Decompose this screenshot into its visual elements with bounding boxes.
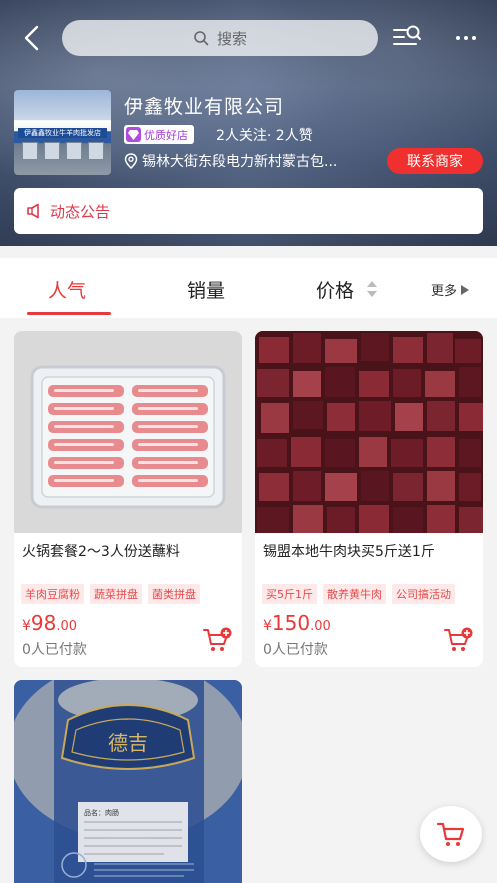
add-to-cart-icon[interactable]	[202, 627, 232, 653]
currency-symbol: ¥	[22, 618, 31, 634]
tab-more-label: 更多	[431, 284, 458, 299]
currency-symbol: ¥	[263, 618, 272, 634]
top-bar: 搜索	[0, 14, 497, 62]
sold-count: 0人已付款	[263, 642, 328, 658]
announcement-label: 动态公告	[50, 202, 111, 221]
triangle-right-icon	[461, 284, 470, 295]
more-options-button[interactable]	[446, 22, 486, 54]
good-shop-label: 优质好店	[144, 128, 188, 142]
product-card[interactable]: 火锅套餐2～3人份送蘸料 羊肉豆腐粉 蔬菜拼盘 菌类拼盘 ¥ 98 .00 0人…	[14, 331, 242, 667]
shopping-cart-button[interactable]	[420, 806, 482, 862]
good-shop-badge: 优质好店	[124, 125, 194, 144]
product-title[interactable]: 锡盟本地牛肉块买5斤送1斤	[263, 541, 435, 561]
shop-photo-sign: 伊鑫鑫牧业牛羊肉批发店	[18, 128, 107, 138]
lamb-slices-tray-image	[14, 331, 242, 533]
sold-count: 0人已付款	[22, 642, 87, 658]
chevron-left-icon	[24, 25, 39, 51]
price-decimal: .00	[310, 619, 331, 634]
dot-icon	[472, 36, 476, 40]
product-tag: 蔬菜拼盘	[90, 584, 142, 604]
product-card[interactable]: 锡盟本地牛肉块买5斤送1斤 买5斤1斤 散养黄牛肉 公司搞活动 ¥ 150 .0…	[255, 331, 483, 667]
diamond-icon	[126, 127, 141, 142]
announcement-bar[interactable]: 动态公告	[14, 188, 483, 234]
product-image[interactable]	[14, 331, 242, 533]
product-tags: 买5斤1斤 散养黄牛肉 公司搞活动	[262, 584, 455, 604]
price-integer: 98	[30, 611, 57, 635]
product-title[interactable]: 火锅套餐2～3人份送蘸料	[22, 541, 180, 561]
product-price: ¥ 150 .00	[263, 611, 331, 635]
add-to-cart-icon[interactable]	[443, 627, 473, 653]
search-input[interactable]: 搜索	[62, 20, 378, 56]
search-placeholder: 搜索	[216, 29, 247, 48]
sort-tabs: 人气 销量 价格 更多	[0, 258, 497, 318]
follow-like-count: 2人关注· 2人赞	[216, 128, 313, 144]
shop-name: 伊鑫牧业有限公司	[124, 96, 285, 118]
product-price: ¥ 98 .00	[22, 611, 77, 635]
tab-price[interactable]: 价格	[316, 276, 354, 303]
window-shape	[66, 142, 82, 160]
product-tag: 公司搞活动	[392, 584, 455, 604]
product-image[interactable]	[255, 331, 483, 533]
packaged-meat-image: 德吉 品名：肉肠	[14, 680, 242, 883]
beef-cubes-image	[255, 331, 483, 533]
active-tab-indicator	[27, 312, 111, 315]
shopping-cart-icon	[436, 822, 465, 846]
shop-header: 搜索 伊鑫鑫牧业牛羊肉批发店 伊鑫牧业有限公司 优质好店 2人关注· 2人赞 锡…	[0, 0, 497, 246]
sort-arrows-icon	[367, 281, 377, 297]
product-tag: 买5斤1斤	[262, 584, 317, 604]
product-tags: 羊肉豆腐粉 蔬菜拼盘 菌类拼盘	[21, 584, 200, 604]
megaphone-icon	[27, 203, 39, 219]
package-label-text: 品名：肉肠	[84, 808, 119, 817]
back-button[interactable]	[16, 22, 46, 54]
window-shape	[88, 142, 104, 160]
package-brand-text: 德吉	[108, 731, 148, 755]
shop-photo[interactable]: 伊鑫鑫牧业牛羊肉批发店	[14, 90, 111, 175]
product-tag: 羊肉豆腐粉	[21, 584, 84, 604]
category-list-icon	[393, 25, 421, 45]
product-tag: 菌类拼盘	[148, 584, 200, 604]
product-card[interactable]: 德吉 品名：肉肠	[14, 680, 242, 883]
search-icon	[194, 31, 209, 46]
shop-address-text: 锡林大街东段电力新村蒙古包...	[142, 154, 338, 170]
contact-seller-button[interactable]: 联系商家	[387, 148, 483, 174]
tab-sales[interactable]: 销量	[187, 276, 225, 303]
shop-address[interactable]: 锡林大街东段电力新村蒙古包...	[124, 151, 376, 171]
window-shape	[44, 142, 60, 160]
category-search-button[interactable]	[390, 22, 426, 54]
location-pin-icon	[124, 153, 138, 169]
price-decimal: .00	[56, 619, 78, 634]
price-integer: 150	[271, 611, 311, 635]
window-shape	[22, 142, 38, 160]
product-image[interactable]: 德吉 品名：肉肠	[14, 680, 242, 883]
tab-popularity[interactable]: 人气	[48, 276, 86, 303]
dot-icon	[464, 36, 468, 40]
dot-icon	[456, 36, 460, 40]
product-tag: 散养黄牛肉	[323, 584, 386, 604]
tab-more[interactable]: 更多	[431, 280, 470, 299]
